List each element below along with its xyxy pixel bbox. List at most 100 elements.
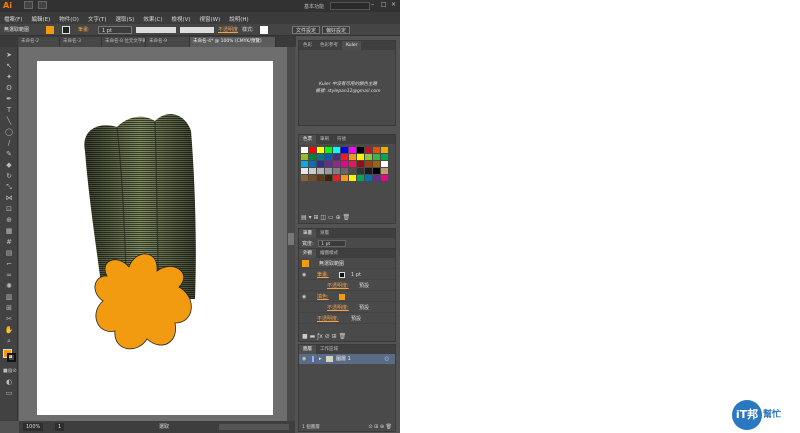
artboard-number[interactable]: 1 — [55, 423, 65, 431]
color-swatch[interactable] — [349, 175, 356, 181]
tab-color-guide[interactable]: 色彩參考 — [316, 41, 342, 50]
tab-layers[interactable]: 圖層 — [299, 345, 316, 354]
swatch-grid[interactable] — [301, 147, 393, 182]
close-icon[interactable]: × — [391, 1, 398, 8]
blend-tool-icon[interactable]: ∞ — [3, 271, 15, 280]
tab-graphic-styles[interactable]: 繪圖樣式 — [316, 249, 342, 258]
target-circle-icon[interactable]: ○ — [385, 354, 389, 364]
tab-symbols[interactable]: 符號 — [333, 135, 350, 144]
appearance-opacity-label[interactable]: 不透明度: — [317, 314, 339, 324]
color-swatch[interactable] — [365, 161, 372, 167]
appearance-stroke-row[interactable]: ◉ 筆畫: 1 pt — [299, 270, 395, 280]
color-swatch[interactable] — [365, 175, 372, 181]
scrollbar-thumb[interactable] — [288, 233, 294, 245]
line-tool-icon[interactable]: ╲ — [3, 117, 15, 126]
color-swatch[interactable] — [349, 161, 356, 167]
color-swatch[interactable] — [381, 168, 388, 174]
graph-tool-icon[interactable]: ▥ — [3, 293, 15, 302]
variable-width-profile[interactable] — [136, 27, 176, 33]
pen-tool-icon[interactable]: ✒ — [3, 95, 15, 104]
color-swatch[interactable] — [325, 175, 332, 181]
stroke-swatch[interactable] — [62, 26, 70, 34]
color-swatch[interactable] — [349, 168, 356, 174]
horizontal-scrollbar[interactable] — [219, 424, 289, 430]
color-swatch[interactable] — [357, 147, 364, 153]
eye-icon[interactable]: ◉ — [302, 270, 306, 280]
bridge-button[interactable] — [24, 1, 33, 9]
color-swatch[interactable] — [317, 175, 324, 181]
color-swatch[interactable] — [373, 175, 380, 181]
stroke-weight-input[interactable]: 1 pt — [318, 240, 347, 247]
type-tool-icon[interactable]: T — [3, 106, 15, 115]
appearance-fill-opacity-row[interactable]: 不透明度: 預設 — [299, 303, 395, 313]
color-swatch[interactable] — [333, 161, 340, 167]
appearance-fill-row[interactable]: ◉ 填色: — [299, 292, 395, 302]
appearance-footer-icons[interactable]: ■ ▬ ƒx ⊘ ⊞ 🗑 — [302, 333, 346, 340]
canvas-area[interactable] — [19, 47, 295, 421]
scale-tool-icon[interactable]: ⤡ — [3, 183, 15, 192]
color-swatch[interactable] — [365, 168, 372, 174]
hand-tool-icon[interactable]: ✋ — [3, 326, 15, 335]
mesh-tool-icon[interactable]: # — [3, 238, 15, 247]
doc-tab-2[interactable]: 未命名-3 — [60, 37, 102, 47]
opacity-label[interactable]: 不透明度 — [218, 26, 238, 34]
color-swatch[interactable] — [357, 161, 364, 167]
minimize-icon[interactable]: – — [371, 1, 378, 8]
artboard-tool-icon[interactable]: ⊞ — [3, 304, 15, 313]
drawing-mode-icon[interactable]: ◐ — [3, 378, 15, 387]
menu-view[interactable]: 檢視(V) — [171, 15, 190, 23]
appearance-stroke-opacity-label[interactable]: 不透明度: — [327, 281, 349, 291]
rotate-tool-icon[interactable]: ↻ — [3, 172, 15, 181]
color-swatch[interactable] — [341, 154, 348, 160]
color-swatch[interactable] — [381, 161, 388, 167]
color-swatch[interactable] — [341, 161, 348, 167]
doc-tab-1[interactable]: 未命名-2 — [18, 37, 60, 47]
doc-tab-3[interactable]: 未命名-8 位元文字轉印 — [102, 37, 146, 47]
perspective-grid-tool-icon[interactable]: ▦ — [3, 227, 15, 236]
tab-artboards[interactable]: 工作區域 — [316, 345, 342, 354]
workspace-switcher[interactable]: 基本功能 — [304, 3, 324, 10]
tab-gradient[interactable]: 漸層 — [316, 229, 333, 238]
color-swatch[interactable] — [301, 168, 308, 174]
status-mode[interactable]: 選取 — [159, 423, 169, 431]
color-swatch[interactable] — [373, 168, 380, 174]
swatches-footer-icons[interactable]: ▤ ▾ ⊞ ◫ ▭ ⊕ 🗑 — [301, 214, 350, 221]
appearance-stroke-label[interactable]: 筆畫: — [317, 270, 329, 280]
artwork[interactable] — [37, 61, 273, 415]
color-swatch[interactable] — [325, 161, 332, 167]
color-swatch[interactable] — [373, 154, 380, 160]
color-swatch[interactable] — [309, 168, 316, 174]
layer-name[interactable]: 圖層 1 — [336, 354, 351, 364]
document-setup-button[interactable]: 文件設定 — [292, 26, 321, 34]
color-swatch[interactable] — [309, 154, 316, 160]
color-swatch[interactable] — [357, 175, 364, 181]
magic-wand-tool-icon[interactable]: ✦ — [3, 73, 15, 82]
layer-row[interactable]: ◉ ▸ 圖層 1 ○ — [299, 354, 395, 364]
color-swatch[interactable] — [309, 147, 316, 153]
menu-object[interactable]: 物件(O) — [59, 15, 79, 23]
appearance-opacity-row[interactable]: 不透明度: 預設 — [299, 314, 395, 324]
color-swatch[interactable] — [301, 154, 308, 160]
menu-select[interactable]: 選取(S) — [116, 15, 135, 23]
artboard[interactable] — [37, 61, 273, 415]
paintbrush-tool-icon[interactable]: ∕ — [3, 139, 15, 148]
color-swatch[interactable] — [349, 147, 356, 153]
menu-type[interactable]: 文字(T) — [88, 15, 107, 23]
color-swatch[interactable] — [325, 168, 332, 174]
width-tool-icon[interactable]: ⋈ — [3, 194, 15, 203]
gradient-tool-icon[interactable]: ▤ — [3, 249, 15, 258]
color-swatch[interactable] — [357, 154, 364, 160]
arrange-documents-button[interactable] — [38, 1, 47, 9]
doc-tab-4[interactable]: 未命名-9 — [146, 37, 190, 47]
tab-stroke[interactable]: 筆畫 — [299, 229, 316, 238]
screen-mode-icon[interactable]: ▭ — [3, 389, 15, 398]
free-transform-tool-icon[interactable]: ⊡ — [3, 205, 15, 214]
color-swatch[interactable] — [333, 154, 340, 160]
eye-icon[interactable]: ◉ — [302, 354, 306, 364]
color-swatch[interactable] — [301, 161, 308, 167]
pencil-tool-icon[interactable]: ✎ — [3, 150, 15, 159]
color-swatch[interactable] — [357, 168, 364, 174]
color-swatch[interactable] — [301, 147, 308, 153]
lasso-tool-icon[interactable]: ʘ — [3, 84, 15, 93]
color-swatch[interactable] — [309, 175, 316, 181]
